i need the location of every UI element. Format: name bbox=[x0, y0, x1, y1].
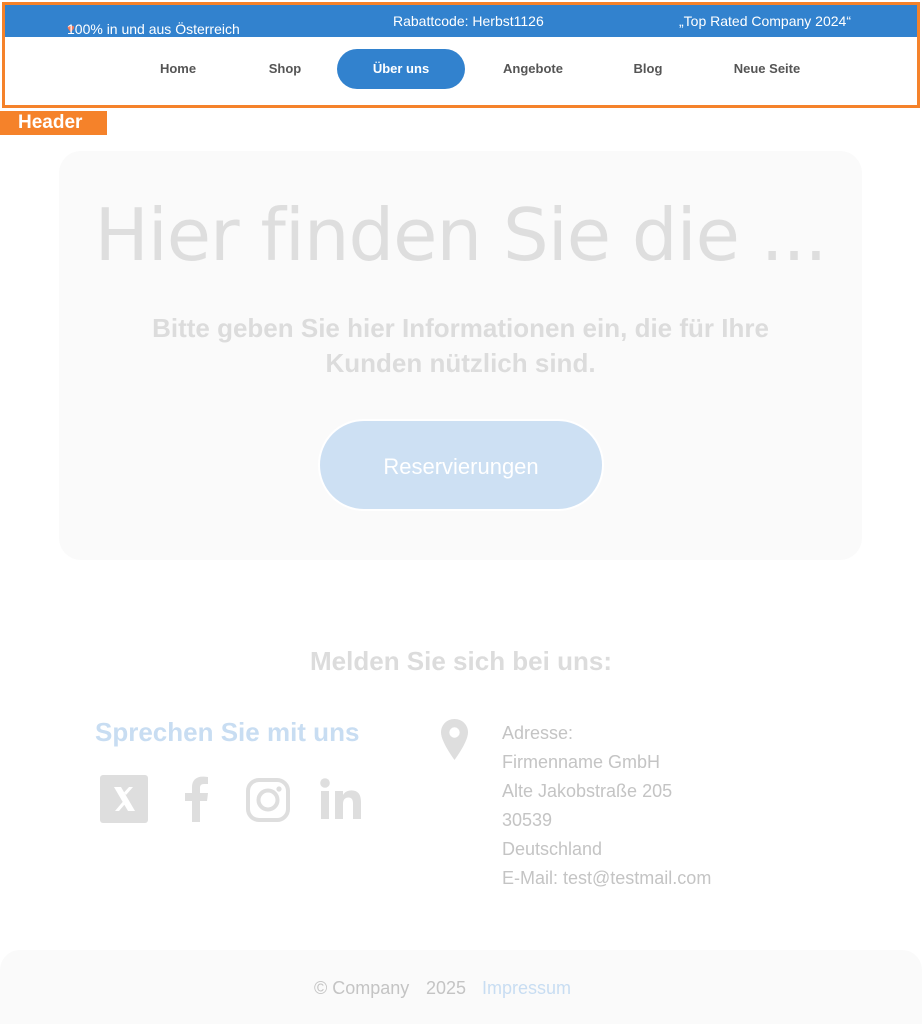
site-header: ♥ 100% in und aus Österreich Rabattcode: … bbox=[2, 2, 920, 108]
nav-item-angebote[interactable]: Angebote bbox=[485, 49, 581, 89]
hero-section: Hier finden Sie die ... Bitte geben Sie … bbox=[59, 151, 862, 560]
nav-item-shop[interactable]: Shop bbox=[240, 49, 330, 89]
location-pin-icon bbox=[441, 719, 468, 760]
address-block: Adresse: Firmenname GmbH Alte Jakobstraß… bbox=[502, 719, 711, 893]
x-icon[interactable] bbox=[99, 774, 149, 824]
address-zip: 30539 bbox=[502, 810, 553, 830]
instagram-icon[interactable] bbox=[245, 774, 291, 824]
address-street: Alte Jakobstraße 205 bbox=[502, 781, 673, 801]
address-email: E-Mail: test@testmail.com bbox=[502, 868, 712, 888]
address-country: Deutschland bbox=[502, 839, 603, 859]
award-text: „Top Rated Company 2024“ bbox=[679, 13, 851, 29]
facebook-icon[interactable] bbox=[182, 774, 212, 824]
hero-subtitle: Bitte geben Sie hier Informationen ein, … bbox=[152, 313, 769, 378]
footer-copyright: © Company bbox=[314, 978, 410, 998]
main-navigation: Home Shop Über uns Angebote Blog Neue Se… bbox=[5, 37, 917, 105]
nav-item-ueber-uns[interactable]: Über uns bbox=[337, 49, 465, 89]
announcement-left-text: 100% in und aus Österreich bbox=[67, 21, 240, 37]
footer-year: 2025 bbox=[426, 978, 467, 998]
contact-heading: Melden Sie sich bei uns: bbox=[310, 646, 612, 676]
talk-heading: Sprechen Sie mit uns bbox=[95, 717, 360, 747]
reservations-button[interactable]: Reservierungen bbox=[318, 419, 604, 511]
nav-item-neue-seite[interactable]: Neue Seite bbox=[717, 49, 817, 89]
address-label: Adresse: bbox=[502, 723, 574, 743]
impressum-link[interactable]: Impressum bbox=[482, 978, 571, 999]
announcement-bar: ♥ 100% in und aus Österreich Rabattcode: … bbox=[5, 5, 917, 37]
hero-title: Hier finden Sie die ... bbox=[94, 193, 828, 277]
header-section-tag: Header bbox=[0, 111, 107, 135]
address-company: Firmenname GmbH bbox=[502, 752, 661, 772]
nav-item-home[interactable]: Home bbox=[133, 49, 223, 89]
linkedin-icon[interactable] bbox=[318, 774, 364, 824]
nav-item-blog[interactable]: Blog bbox=[610, 49, 686, 89]
discount-code-text: Rabattcode: Herbst1126 bbox=[393, 13, 544, 29]
site-footer: © Company 2025 Impressum bbox=[0, 950, 922, 1024]
